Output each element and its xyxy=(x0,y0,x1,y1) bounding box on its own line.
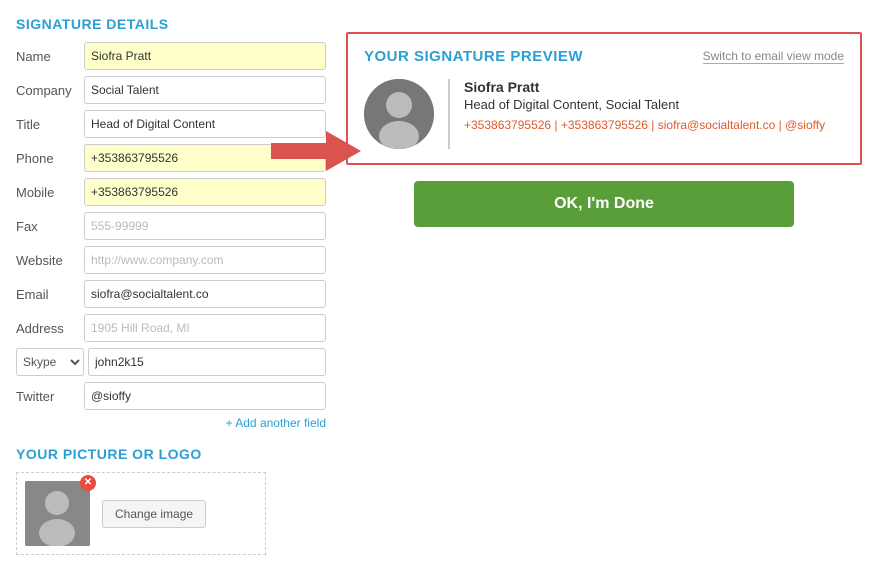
preview-name: Siofra Pratt xyxy=(464,79,844,95)
red-arrow xyxy=(271,131,361,174)
phone-label: Phone xyxy=(16,151,84,166)
twitter-row: Twitter xyxy=(16,382,326,410)
name-label: Name xyxy=(16,49,84,64)
address-label: Address xyxy=(16,321,84,336)
signature-preview-box: YOUR SIGNATURE PREVIEW Switch to email v… xyxy=(346,32,862,165)
picture-area: ✕ Change image xyxy=(16,472,266,555)
preview-divider xyxy=(448,79,450,149)
skype-select[interactable]: Skype LinkedIn Facebook xyxy=(16,348,84,376)
preview-title-company: Head of Digital Content, Social Talent xyxy=(464,97,844,112)
preview-title: YOUR SIGNATURE PREVIEW xyxy=(364,48,583,65)
twitter-label: Twitter xyxy=(16,389,84,404)
skype-input[interactable] xyxy=(88,348,326,376)
website-input[interactable] xyxy=(84,246,326,274)
website-label: Website xyxy=(16,253,84,268)
mobile-row: Mobile xyxy=(16,178,326,206)
preview-avatar xyxy=(364,79,434,149)
company-input[interactable] xyxy=(84,76,326,104)
website-row: Website xyxy=(16,246,326,274)
preview-content: Siofra Pratt Head of Digital Content, So… xyxy=(364,79,844,149)
fax-label: Fax xyxy=(16,219,84,234)
email-row: Email xyxy=(16,280,326,308)
right-panel: YOUR SIGNATURE PREVIEW Switch to email v… xyxy=(346,16,862,555)
signature-details-title: SIGNATURE DETAILS xyxy=(16,16,326,32)
name-input[interactable] xyxy=(84,42,326,70)
address-input[interactable] xyxy=(84,314,326,342)
add-field-link[interactable]: + Add another field xyxy=(16,416,326,430)
avatar-svg xyxy=(25,481,90,546)
ok-done-button[interactable]: OK, I'm Done xyxy=(414,181,794,227)
email-label: Email xyxy=(16,287,84,302)
picture-section: YOUR PICTURE OR LOGO ✕ Change image xyxy=(16,446,326,555)
fax-row: Fax xyxy=(16,212,326,240)
fax-input[interactable] xyxy=(84,212,326,240)
left-panel: SIGNATURE DETAILS Name Company Title Pho… xyxy=(16,16,326,555)
avatar-wrapper: ✕ xyxy=(25,481,90,546)
avatar-image xyxy=(25,481,90,546)
preview-header: YOUR SIGNATURE PREVIEW Switch to email v… xyxy=(364,48,844,65)
preview-contact: +353863795526 | +353863795526 | siofra@s… xyxy=(464,116,844,135)
preview-info: Siofra Pratt Head of Digital Content, So… xyxy=(464,79,844,135)
picture-section-title: YOUR PICTURE OR LOGO xyxy=(16,446,326,462)
skype-row: Skype LinkedIn Facebook xyxy=(16,348,326,376)
title-label: Title xyxy=(16,117,84,132)
company-row: Company xyxy=(16,76,326,104)
name-row: Name xyxy=(16,42,326,70)
company-label: Company xyxy=(16,83,84,98)
twitter-input[interactable] xyxy=(84,382,326,410)
preview-avatar-svg xyxy=(364,79,434,149)
switch-mode-link[interactable]: Switch to email view mode xyxy=(703,49,844,64)
address-row: Address xyxy=(16,314,326,342)
arrow-svg xyxy=(271,131,361,171)
mobile-input[interactable] xyxy=(84,178,326,206)
remove-image-button[interactable]: ✕ xyxy=(80,475,96,491)
change-image-button[interactable]: Change image xyxy=(102,500,206,528)
mobile-label: Mobile xyxy=(16,185,84,200)
email-input[interactable] xyxy=(84,280,326,308)
